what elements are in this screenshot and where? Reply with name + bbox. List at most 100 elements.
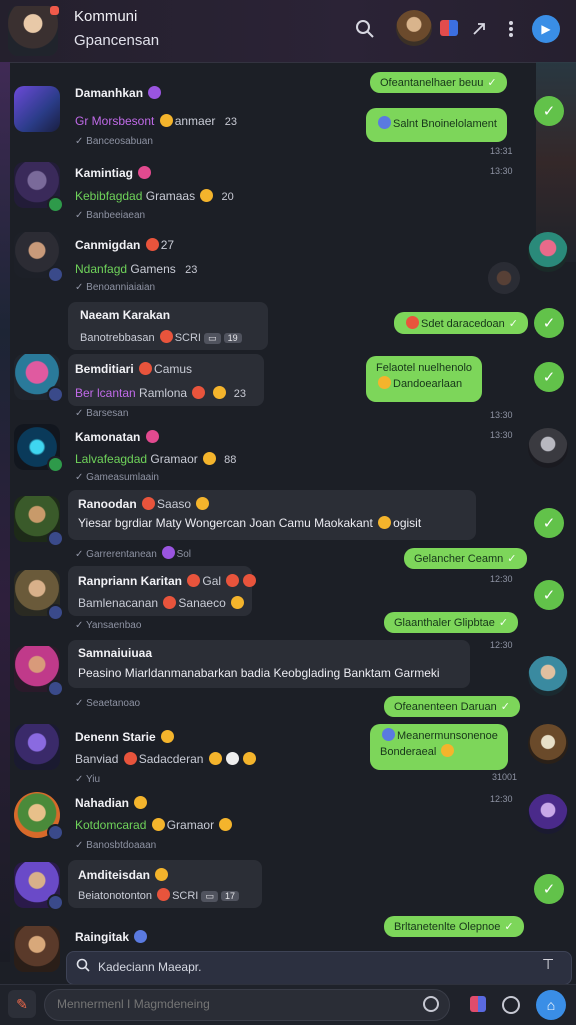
filter-icon[interactable]: ⊤ — [542, 956, 554, 973]
chat-name: Kamintiag — [75, 166, 153, 180]
contact-avatar[interactable] — [528, 724, 568, 764]
emoji-icon — [441, 744, 455, 757]
message-time: 31001 — [492, 772, 518, 782]
emoji-icon — [142, 497, 156, 510]
chat-meta: ✓ Seaetanoao — [75, 698, 141, 709]
chat-title[interactable]: Kommuni — [74, 8, 137, 25]
sticker-icon[interactable] — [470, 996, 486, 1012]
mini-badge: ▭ — [201, 891, 218, 902]
search-icon[interactable] — [352, 16, 378, 42]
outgoing-message[interactable]: Brltanetenlte Olepnoe ✓ — [384, 916, 524, 937]
outgoing-message[interactable]: Salnt Bnoinelolament — [366, 108, 507, 142]
notification-badge — [50, 6, 59, 15]
emoji-icon — [161, 730, 175, 743]
message-field[interactable] — [44, 989, 450, 1021]
online-badge — [47, 196, 64, 213]
check-icon: ✓ — [534, 362, 564, 392]
paper-plane-icon[interactable]: ▶ — [532, 15, 560, 43]
profile-photo[interactable] — [396, 10, 432, 46]
share-icon[interactable] — [466, 16, 492, 42]
online-badge — [47, 456, 64, 473]
chat-preview: Kotdomcarad Gramaor — [75, 818, 234, 832]
outgoing-message[interactable]: Ofeantanelhaer beuu ✓ — [370, 72, 507, 93]
emoji-icon — [231, 596, 245, 609]
status-badge — [47, 266, 64, 283]
chat-preview: Peasino Miarldanmanabarkan badia Keobgla… — [78, 666, 440, 680]
message-time: 13:31 — [490, 146, 513, 156]
emoji-icon — [208, 752, 222, 765]
status-badge — [47, 894, 64, 911]
message-time: 12:30 — [490, 574, 513, 584]
background-art — [0, 62, 10, 962]
chat-preview: Ndanfagd Gamens 23 — [75, 262, 198, 276]
check-icon: ✓ — [534, 308, 564, 338]
chat-meta: ✓ Yansaenbao — [75, 620, 142, 631]
chat-name: Canmigdan 27 — [75, 238, 175, 252]
outgoing-message[interactable]: Meanermunsonenoe Bonderaeal — [370, 724, 508, 770]
voice-icon[interactable] — [502, 996, 520, 1014]
emoji-icon — [378, 516, 392, 529]
chat-name: Amditeisdan — [78, 868, 170, 882]
avatar — [14, 86, 60, 132]
camera-icon[interactable] — [423, 996, 439, 1012]
attach-icon[interactable]: ✎ — [8, 990, 36, 1018]
chat-preview: Ber lcantan Ramlona 23 — [75, 386, 247, 400]
search-input[interactable]: Kadeciann Maeapr. — [98, 960, 201, 974]
chat-name: Damanhkan — [75, 86, 163, 100]
contact-avatar[interactable] — [528, 794, 568, 834]
emoji-icon — [138, 166, 152, 179]
chat-header: Kommuni Gpancensan ▶ — [0, 0, 576, 63]
message-time: 12:30 — [490, 794, 513, 804]
chat-meta: ✓ Yiu — [75, 774, 101, 785]
contact-avatar[interactable] — [528, 232, 568, 272]
emoji-icon — [406, 316, 419, 329]
status-badge — [47, 386, 64, 403]
status-badge — [47, 680, 64, 697]
emoji-icon — [225, 752, 239, 765]
emoji-icon — [196, 497, 210, 510]
check-icon: ✓ — [534, 96, 564, 126]
outgoing-message[interactable]: Felaotel nuelhenolo Dandoearlaan — [366, 356, 483, 402]
send-icon[interactable]: ⌂ — [536, 990, 566, 1020]
outgoing-message[interactable]: Gelancher Ceamn ✓ — [404, 548, 527, 569]
outgoing-message[interactable]: Sdet daracedoan ✓ — [394, 312, 529, 334]
emoji-icon — [212, 386, 226, 399]
chat-meta: ✓ Benoanniaiaian — [75, 282, 156, 293]
mini-badge: ▭ — [204, 333, 221, 344]
status-badge — [47, 530, 64, 547]
message-time: 13:30 — [490, 166, 513, 176]
contact-avatar[interactable] — [528, 428, 568, 468]
chat-meta: ✓ Barsesan — [75, 408, 129, 419]
chat-name: Samnaiuiuaa — [78, 646, 153, 660]
chat-preview: Banotrebbasan SCRI ▭ 19 — [80, 330, 242, 344]
chat-meta: ✓ Garrerentanean Sol — [75, 546, 191, 560]
outgoing-message[interactable]: Glaanthaler Glipbtae ✓ — [384, 612, 519, 633]
chat-meta: ✓ Banosbtdoaaan — [75, 840, 157, 851]
message-time: 13:30 — [490, 410, 513, 420]
chat-preview: Banviad Sadacderan — [75, 752, 258, 766]
emoji-icon — [159, 330, 173, 343]
chat-meta: ✓ Gameasumlaain — [75, 472, 159, 483]
outgoing-message[interactable]: Ofeanenteen Daruan ✓ — [384, 696, 520, 717]
sender-avatar — [488, 262, 520, 294]
emoji-icon — [378, 116, 391, 129]
chat-preview: Gr Morsbesont anmaer 23 — [75, 114, 237, 128]
emoji-icon — [139, 362, 153, 375]
message-input[interactable] — [55, 996, 419, 1012]
emoji-icon — [242, 752, 256, 765]
avatar — [14, 724, 60, 770]
emoji-icon — [134, 796, 148, 809]
contact-avatar[interactable] — [528, 656, 568, 696]
emoji-icon — [148, 86, 162, 99]
sticker-icon[interactable] — [440, 20, 458, 36]
chat-subtitle: Gpancensan — [74, 32, 160, 49]
emoji-icon — [192, 386, 206, 399]
emoji-icon — [203, 452, 217, 465]
emoji-icon — [378, 376, 391, 389]
chat-name: Nahadian — [75, 796, 149, 810]
chat-name: Kamonatan — [75, 430, 161, 444]
emoji-icon — [145, 238, 159, 251]
emoji-icon — [187, 574, 201, 587]
chat-meta: ✓ Banceosabuan — [75, 136, 153, 147]
more-vertical-icon[interactable] — [498, 16, 524, 42]
